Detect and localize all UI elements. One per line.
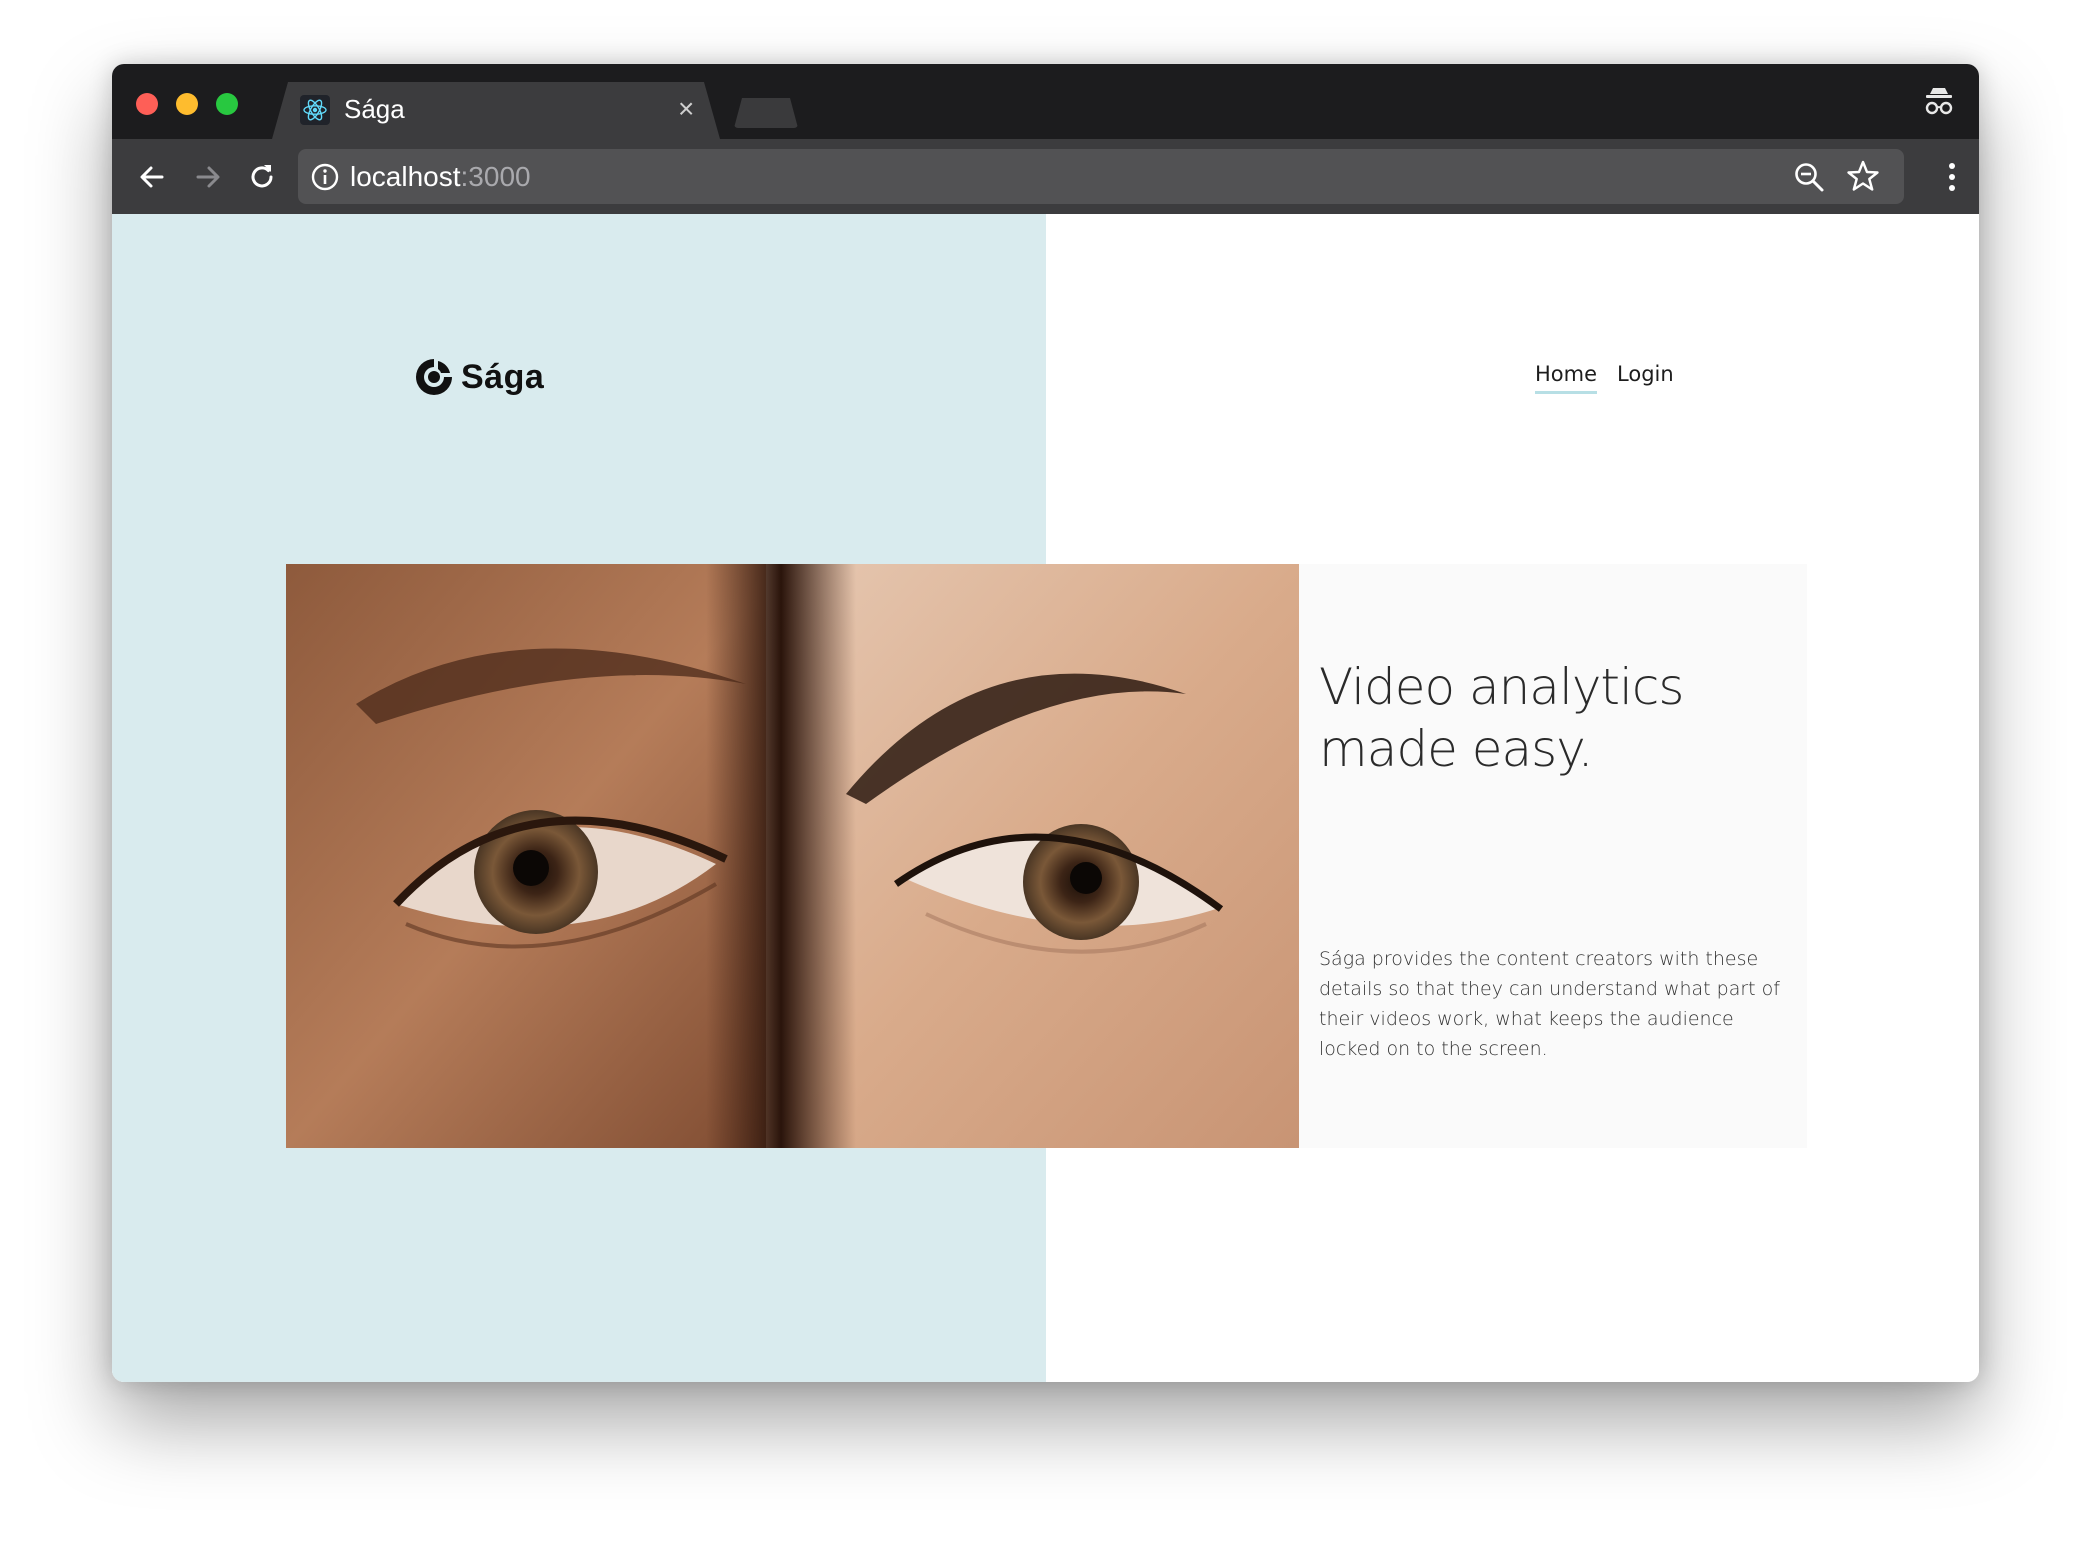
saga-logo-mark: [416, 359, 452, 395]
main-nav: Home Login: [1535, 362, 1674, 394]
maximize-window-button[interactable]: [216, 93, 238, 115]
hero-image: [286, 564, 1299, 1148]
minimize-window-button[interactable]: [176, 93, 198, 115]
zoom-out-icon[interactable]: [1792, 160, 1826, 194]
tab-title: Sága: [344, 94, 405, 124]
eyes-photo: [286, 564, 1299, 1148]
close-tab-icon[interactable]: ×: [678, 94, 694, 124]
react-atom-icon: [300, 95, 330, 125]
incognito-icon: [1925, 88, 1953, 115]
reload-icon[interactable]: [242, 157, 282, 197]
address-bar[interactable]: localhost:3000: [298, 149, 1904, 204]
star-icon[interactable]: [1846, 159, 1880, 193]
hero-description: Sága provides the content creators with …: [1319, 948, 1780, 1060]
url-host: localhost: [350, 161, 461, 192]
close-window-button[interactable]: [136, 93, 158, 115]
kebab-menu-icon[interactable]: [1943, 157, 1961, 197]
logo-text: Sága: [461, 357, 545, 396]
nav-link-home[interactable]: Home: [1535, 362, 1598, 394]
info-icon[interactable]: [310, 162, 340, 192]
nav-link-login[interactable]: Login: [1617, 362, 1674, 394]
url-text: localhost:3000: [350, 161, 531, 193]
hero-title: Video analytics made easy.: [1319, 656, 1789, 780]
hero-title-line-2: made easy.: [1319, 720, 1594, 778]
page-viewport: Sága Home Login Video analytics made eas…: [112, 214, 1979, 1382]
site-logo[interactable]: Sága: [413, 354, 544, 400]
browser-tab[interactable]: Sága ×: [272, 82, 720, 139]
arrow-left-icon[interactable]: [132, 157, 172, 197]
hero-title-line-1: Video analytics: [1319, 658, 1684, 716]
new-tab-button[interactable]: [734, 98, 798, 128]
url-port: :3000: [460, 161, 531, 192]
hero-section: Video analytics made easy. Sága provides …: [286, 564, 1807, 1148]
tab-strip: Sága ×: [112, 64, 1979, 139]
hero-text-card: Video analytics made easy. Sága provides …: [1299, 564, 1807, 1148]
arrow-right-icon[interactable]: [188, 157, 228, 197]
browser-toolbar: localhost:3000: [112, 139, 1979, 214]
browser-window: Sága × localhost:3000 Sága Home Login Vi…: [112, 64, 1979, 1382]
